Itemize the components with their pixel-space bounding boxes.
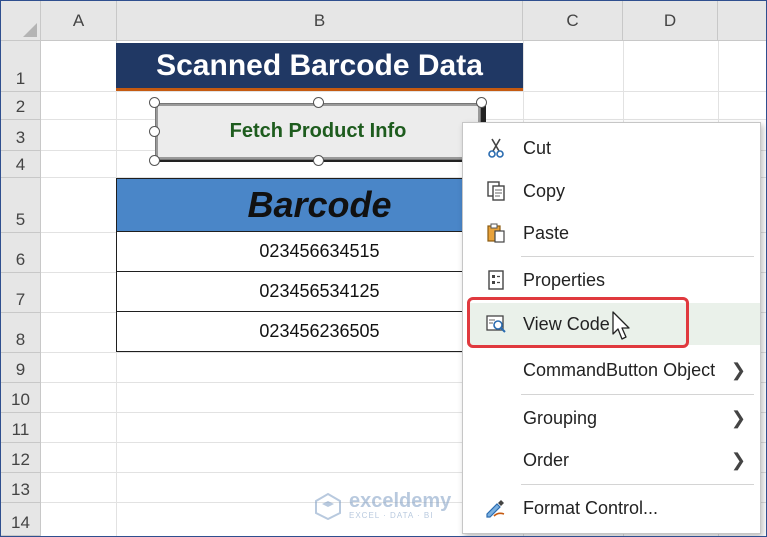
chevron-right-icon: ❯ (730, 359, 746, 380)
resize-handle[interactable] (313, 155, 324, 166)
row-header-1[interactable]: 1 (1, 41, 41, 92)
menu-separator (521, 394, 754, 395)
sheet-title[interactable]: Scanned Barcode Data (116, 43, 523, 91)
menu-item-grouping-label: Grouping (523, 407, 598, 428)
fetch-product-info-button[interactable]: Fetch Product Info (155, 103, 481, 160)
menu-item-properties[interactable]: Properties (463, 260, 760, 300)
row-header-13[interactable]: 13 (1, 473, 41, 503)
menu-item-format-control-label: Format Control... (523, 497, 659, 518)
watermark-text: exceldemy EXCEL · DATA · BI (349, 491, 451, 520)
resize-handle[interactable] (476, 97, 487, 108)
menu-item-copy[interactable]: Copy (463, 171, 760, 211)
paste-icon (483, 220, 509, 246)
row-header-3[interactable]: 3 (1, 120, 41, 151)
resize-handle[interactable] (149, 155, 160, 166)
resize-handle[interactable] (149, 126, 160, 137)
menu-item-paste-label: Paste (523, 222, 570, 243)
resize-handle[interactable] (313, 97, 324, 108)
column-header-c[interactable]: C (523, 1, 623, 41)
excel-worksheet: A B C D 1 2 3 4 5 6 7 8 9 10 11 12 13 14… (0, 0, 767, 537)
select-all-corner[interactable] (1, 1, 41, 41)
column-header-a[interactable]: A (41, 1, 117, 41)
properties-icon (483, 267, 509, 293)
gridline (41, 91, 766, 92)
row-header-6[interactable]: 6 (1, 233, 41, 273)
row-header-4[interactable]: 4 (1, 151, 41, 178)
menu-separator (521, 256, 754, 257)
scissors-icon (483, 135, 509, 161)
chevron-right-icon: ❯ (730, 449, 746, 470)
menu-item-format-control[interactable]: Format Control... (463, 488, 760, 528)
copy-icon (483, 178, 509, 204)
menu-item-order[interactable]: Order ❯ (463, 440, 760, 480)
column-header-d[interactable]: D (623, 1, 718, 41)
row-header-9[interactable]: 9 (1, 353, 41, 383)
row-header-5[interactable]: 5 (1, 178, 41, 233)
row-header-11[interactable]: 11 (1, 413, 41, 443)
watermark-name: exceldemy (349, 490, 452, 512)
menu-item-paste[interactable]: Paste (463, 213, 760, 253)
exceldemy-logo-icon (315, 492, 341, 520)
column-header-b[interactable]: B (117, 1, 523, 41)
menu-separator (521, 484, 754, 485)
menu-item-grouping[interactable]: Grouping ❯ (463, 398, 760, 438)
watermark: exceldemy EXCEL · DATA · BI (313, 491, 451, 520)
watermark-tagline: EXCEL · DATA · BI (349, 511, 434, 520)
row-header-8[interactable]: 8 (1, 313, 41, 353)
row-header-10[interactable]: 10 (1, 383, 41, 413)
highlight-box (467, 297, 689, 348)
menu-item-properties-label: Properties (523, 269, 606, 290)
chevron-right-icon: ❯ (730, 407, 746, 428)
row-header-2[interactable]: 2 (1, 92, 41, 120)
resize-handle[interactable] (149, 97, 160, 108)
column-header-e[interactable] (718, 1, 766, 41)
menu-item-commandbutton-object-label: CommandButton Object (523, 359, 716, 380)
menu-item-cut[interactable]: Cut (463, 128, 760, 168)
row-header-14[interactable]: 14 (1, 503, 41, 536)
menu-item-copy-label: Copy (523, 180, 566, 201)
menu-item-commandbutton-object[interactable]: CommandButton Object ❯ (463, 350, 760, 390)
menu-item-order-label: Order (523, 449, 570, 470)
mouse-cursor-icon (612, 311, 630, 340)
select-all-triangle-icon (23, 23, 37, 37)
format-control-icon (483, 495, 509, 521)
menu-item-cut-label: Cut (523, 137, 552, 158)
row-header-12[interactable]: 12 (1, 443, 41, 473)
row-header-7[interactable]: 7 (1, 273, 41, 313)
